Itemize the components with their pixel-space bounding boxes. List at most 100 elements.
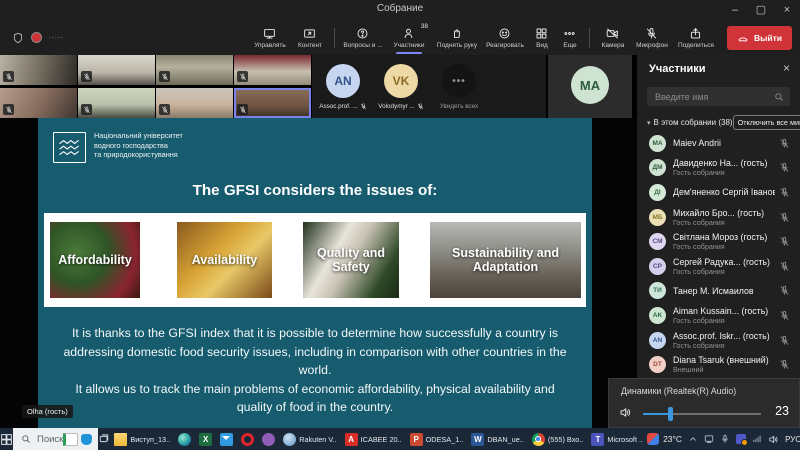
participant-name: Сергей Радука... (гость)	[673, 257, 775, 267]
avatar: МБ	[649, 209, 666, 226]
volume-slider[interactable]	[643, 413, 761, 415]
taskbar-item-rakuten[interactable]: Rakuten V..	[279, 428, 340, 450]
avatar[interactable]: AN	[326, 64, 360, 98]
raise-hand-button[interactable]: Поднять руку	[432, 20, 482, 55]
camera-button[interactable]: Камера	[595, 20, 631, 55]
participants-count-badge: 38	[421, 23, 428, 30]
shield-icon	[12, 32, 24, 44]
taskbar-item-opera[interactable]	[237, 428, 258, 450]
tray-expand-button[interactable]	[688, 434, 698, 444]
minimize-button[interactable]: –	[722, 0, 748, 20]
content-button[interactable]: Контент	[291, 20, 329, 55]
titlebar: Собрание – ▢ ×	[0, 0, 800, 20]
participant-name: Aiman Kussain... (гость)	[673, 306, 775, 316]
participant-row[interactable]: СР Сергей Радука... (гость)Гость собрани…	[637, 254, 800, 279]
start-button[interactable]	[0, 428, 13, 450]
participant-row[interactable]: МБ Михайло Бро... (гость)Гость собрания	[637, 205, 800, 230]
presentation-slide: Національний університет водного господа…	[38, 118, 592, 428]
video-tile-active-speaker[interactable]	[234, 88, 311, 118]
participant-row[interactable]: ДІ Дем'яненко Сергій Іванович	[637, 180, 800, 205]
questions-button[interactable]: Вопросы и ...	[340, 20, 386, 55]
system-tray: 23°C РУС 15:17	[647, 433, 800, 445]
stage-tile[interactable]: MA	[548, 55, 632, 118]
taskbar-search-input[interactable]: Поиск	[13, 428, 98, 450]
toolbar-buttons: Управлять Контент Вопросы и ... 38 Участ…	[249, 20, 800, 55]
participants-button[interactable]: 38 Участники	[386, 20, 432, 55]
task-view-button[interactable]	[98, 428, 110, 450]
participant-row[interactable]: AN Assoc.prof. Iskr... (гость)Гость собр…	[637, 328, 800, 353]
video-tile[interactable]	[0, 88, 77, 118]
network-icon	[752, 434, 762, 444]
taskbar-item-excel[interactable]: X	[195, 428, 216, 450]
video-tile[interactable]	[78, 88, 155, 118]
participant-role: Гость собрания	[673, 341, 775, 350]
speaker-icon[interactable]	[619, 406, 632, 419]
tray-network-icon[interactable]	[752, 434, 762, 444]
person-icon	[402, 27, 415, 40]
volume-slider-thumb[interactable]	[668, 407, 673, 421]
share-button[interactable]: Поделиться	[673, 20, 719, 55]
taskbar-item-odesa-ppt[interactable]: P ODESA_1..	[406, 428, 468, 450]
microphone-button[interactable]: Микрофон	[631, 20, 673, 55]
taskbar-item-teams[interactable]: T Microsoft ..	[587, 428, 647, 450]
participant-row[interactable]: DT Diana Tsaruk (внешний)Внешний	[637, 352, 800, 377]
video-tile[interactable]	[156, 55, 233, 85]
participant-row[interactable]: ДМ Давиденко На... (гость)Гость собрания	[637, 156, 800, 181]
avatar[interactable]: VK	[384, 64, 418, 98]
search-placeholder: Поиск	[37, 434, 63, 445]
taskbar-item-icabee-pdf[interactable]: A ICABEE 20..	[341, 428, 406, 450]
participant-name: Maiev Andrii	[673, 138, 775, 148]
taskbar-item-viber[interactable]	[258, 428, 279, 450]
participant-role: Гость собрания	[673, 267, 775, 276]
participant-search-input[interactable]: Введите имя	[647, 87, 790, 106]
see-everyone-button[interactable]: •••	[442, 64, 476, 98]
task-view-icon	[98, 433, 110, 445]
taskbar-item-edge[interactable]	[174, 428, 195, 450]
tray-teams-badge-icon[interactable]	[736, 434, 746, 444]
mic-off-icon	[239, 106, 247, 114]
video-tile[interactable]	[0, 55, 77, 85]
participant-row[interactable]: AK Aiman Kussain... (гость)Гость собрани…	[637, 303, 800, 328]
language-indicator[interactable]: РУС	[785, 435, 800, 444]
mute-all-button[interactable]: Отключить все мик...	[733, 115, 800, 130]
search-icon	[774, 92, 784, 102]
leave-button[interactable]: Выйти	[727, 26, 792, 50]
avatar: MA	[649, 135, 666, 152]
participant-role: Гость собрания	[673, 218, 775, 227]
monitor-icon	[704, 434, 714, 444]
video-tile[interactable]	[78, 55, 155, 85]
mic-off-icon	[83, 106, 91, 114]
participant-row[interactable]: ТИ Танер М. Исмаилов	[637, 279, 800, 304]
participant-row[interactable]: СМ Свiтлана Мороз (гость)Гость собрания	[637, 229, 800, 254]
mic-off-badge	[3, 71, 14, 82]
mic-off-icon	[83, 73, 91, 81]
tray-mic-icon[interactable]	[720, 434, 730, 444]
shared-screen-area: Національний університет водного господа…	[0, 118, 637, 428]
panel-close-button[interactable]: ×	[783, 61, 790, 75]
video-tile[interactable]	[234, 55, 311, 85]
mic-icon	[720, 434, 730, 444]
taskbar-item-dban-word[interactable]: W DBAN_ue..	[467, 428, 528, 450]
tray-display-icon[interactable]	[704, 434, 714, 444]
mic-off-icon	[645, 27, 658, 40]
toolbar-separator	[589, 28, 590, 48]
taskbar-item-mail[interactable]	[216, 428, 237, 450]
taskbar-item-chrome[interactable]: (555) Вхо..	[528, 428, 588, 450]
manage-button[interactable]: Управлять	[249, 20, 291, 55]
react-button[interactable]: Реагировать	[482, 20, 528, 55]
close-button[interactable]: ×	[774, 0, 800, 20]
video-tile[interactable]	[156, 88, 233, 118]
taskbar-item-vystup[interactable]: Виступ_13..	[110, 428, 174, 450]
mic-off-badge	[159, 71, 170, 82]
more-button[interactable]: Еще	[556, 20, 584, 55]
participant-row[interactable]: MA Maiev Andrii	[637, 131, 800, 156]
slide-title: The GFSI considers the issues of:	[38, 182, 592, 199]
university-name: Національний університет водного господа…	[94, 131, 183, 160]
mic-off-badge	[81, 71, 92, 82]
mic-off-icon	[779, 187, 790, 198]
chevron-down-icon[interactable]: ▾	[647, 119, 651, 127]
maximize-button[interactable]: ▢	[748, 0, 774, 20]
tray-volume-icon[interactable]	[768, 434, 779, 445]
view-button[interactable]: Вид	[528, 20, 556, 55]
weather-widget[interactable]: 23°C	[647, 433, 682, 445]
